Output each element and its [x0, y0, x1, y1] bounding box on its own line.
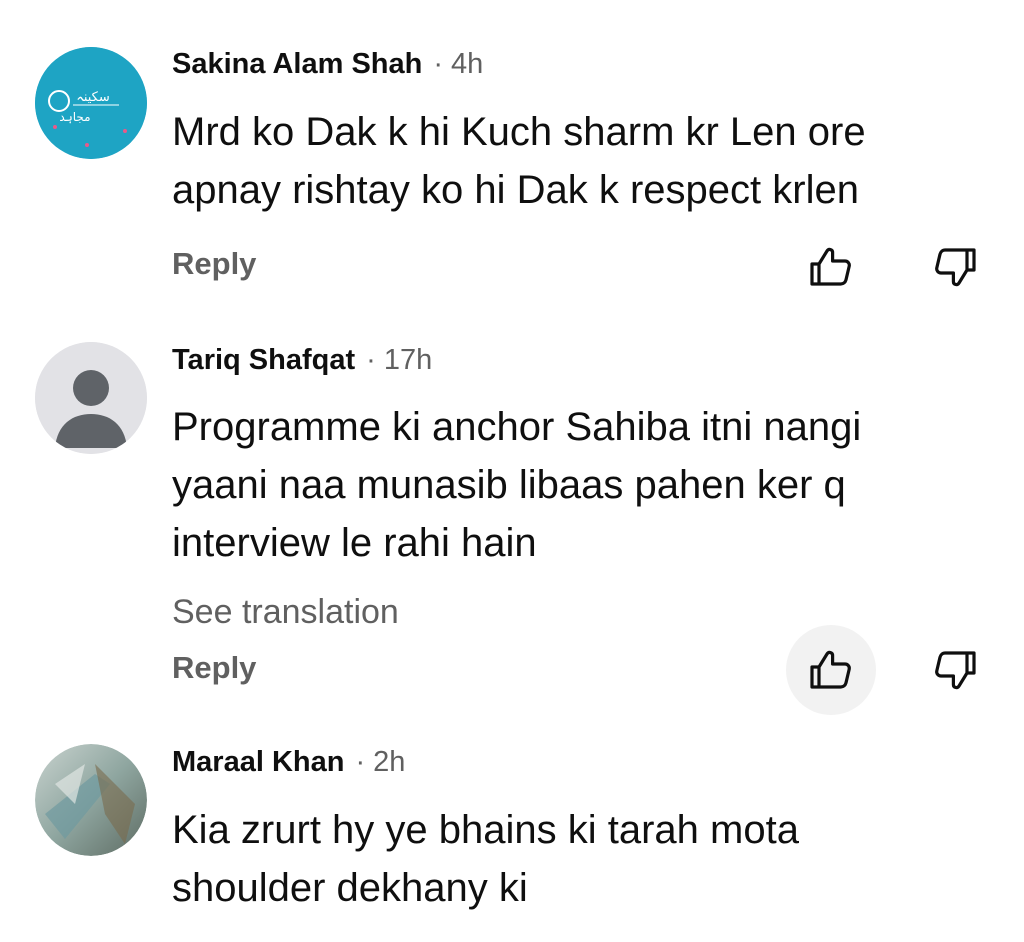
comment-text: Programme ki anchor Sahiba itni nangi ya… — [172, 405, 862, 565]
author-name[interactable]: Sakina Alam Shah — [172, 48, 422, 81]
thumbs-up-icon — [810, 650, 851, 689]
comment-timestamp[interactable]: 2h — [373, 746, 405, 779]
comment-header: Tariq Shafqat · 17h — [172, 344, 432, 377]
reply-button[interactable]: Reply — [172, 650, 256, 686]
comment-text: Kia zrurt hy ye bhains ki tarah mota sho… — [172, 808, 799, 910]
channel-logo-icon: سکینہ مجاہد — [35, 47, 147, 159]
comment-item: Maraal Khan · 2h Kia zrurt hy ye bhains … — [0, 720, 1024, 942]
svg-text:سکینہ: سکینہ — [76, 90, 110, 105]
svg-text:مجاہد: مجاہد — [59, 110, 90, 124]
reply-button[interactable]: Reply — [172, 246, 256, 282]
author-name[interactable]: Tariq Shafqat — [172, 344, 355, 377]
like-button[interactable] — [786, 222, 876, 312]
thumbs-down-icon — [935, 248, 976, 287]
comment-timestamp[interactable]: 17h — [384, 344, 432, 377]
dislike-button[interactable] — [910, 625, 1000, 715]
avatar[interactable] — [35, 744, 147, 856]
separator-dot: · — [433, 48, 444, 80]
default-person-icon — [35, 342, 147, 454]
like-button[interactable] — [786, 625, 876, 715]
thumbs-down-icon — [935, 651, 976, 690]
author-name[interactable]: Maraal Khan — [172, 746, 344, 779]
profile-photo-icon — [35, 744, 147, 856]
comment-header: Maraal Khan · 2h — [172, 746, 405, 779]
thumbs-up-icon — [810, 247, 851, 286]
dislike-button[interactable] — [910, 222, 1000, 312]
comment-item: Tariq Shafqat · 17h Programme ki anchor … — [0, 320, 1024, 720]
comment-item: سکینہ مجاہد Sakina Alam Shah · 4h Mrd ko… — [0, 0, 1024, 320]
comment-timestamp[interactable]: 4h — [451, 48, 483, 81]
comment-header: Sakina Alam Shah · 4h — [172, 48, 483, 81]
separator-dot: · — [355, 746, 366, 778]
separator-dot: · — [366, 344, 376, 376]
comment-text: Mrd ko Dak k hi Kuch sharm kr Len ore ap… — [172, 110, 866, 212]
avatar[interactable]: سکینہ مجاہد — [35, 47, 147, 159]
avatar[interactable] — [35, 342, 147, 454]
see-translation-link[interactable]: See translation — [172, 593, 399, 632]
